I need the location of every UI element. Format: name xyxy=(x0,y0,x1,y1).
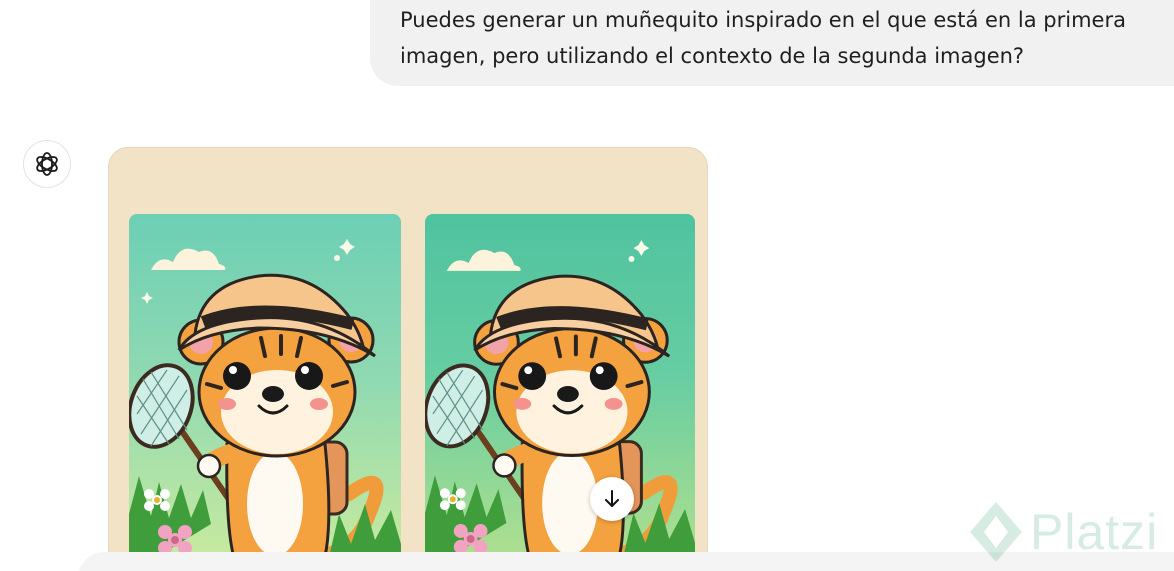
image-panel-right xyxy=(425,214,695,571)
image-panel-left xyxy=(129,214,401,571)
user-message-line-1: Puedes generar un muñequito inspirado en… xyxy=(400,8,1126,32)
platzi-logo-icon xyxy=(970,502,1022,562)
assistant-avatar xyxy=(23,140,71,188)
platzi-watermark: Platzi xyxy=(968,500,1158,564)
download-image-button[interactable] xyxy=(590,477,634,521)
watermark-text: Platzi xyxy=(1030,504,1159,560)
chat-page: Puedes generar un muñequito inspirado en… xyxy=(0,0,1174,571)
tiger-illustration-right xyxy=(425,240,695,571)
tiger-illustration-left xyxy=(129,239,401,571)
user-message-line-2: imagen, pero utilizando el contexto de l… xyxy=(400,44,1025,68)
arrow-down-icon xyxy=(605,490,619,507)
openai-logo-icon xyxy=(36,152,58,176)
